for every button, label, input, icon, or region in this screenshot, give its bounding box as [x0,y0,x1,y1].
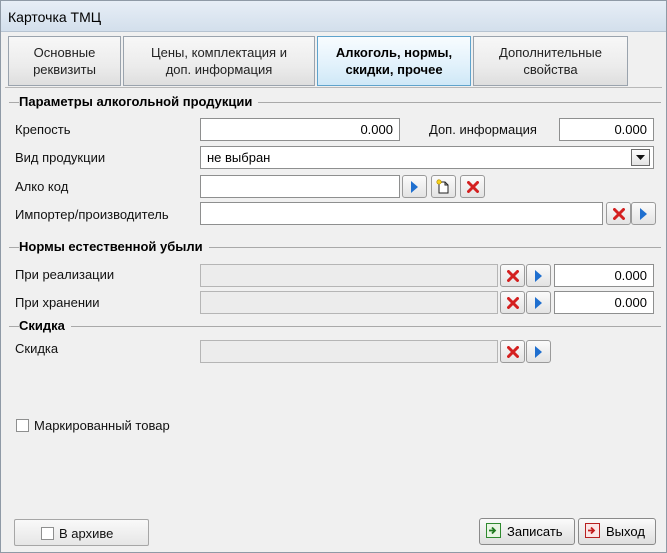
storage-norm-ref-field [200,291,498,314]
clear-x-icon [506,296,519,309]
save-button[interactable]: Записать [479,518,575,545]
storage-norm-label: При хранении [15,295,100,310]
discount-label: Скидка [15,341,59,356]
alco-code-new-button[interactable] [431,175,456,198]
discount-field [200,340,498,363]
tab-additional-properties[interactable]: Дополнительные свойства [473,36,628,86]
clear-x-icon [506,345,519,358]
importer-select-button[interactable] [631,202,656,225]
sale-norm-ref-field [200,264,498,287]
arrow-right-icon [639,207,648,220]
tabs-divider [5,87,662,88]
tab-prices-info[interactable]: Цены, комплектация и доп. информация [123,36,315,86]
importer-clear-button[interactable] [606,202,631,225]
clear-x-icon [612,207,625,220]
tab-alcohol-norms[interactable]: Алкоголь, нормы, скидки, прочее [317,36,471,86]
alco-code-label: Алко код [15,179,69,194]
group-title-alcohol: Параметры алкогольной продукции [19,94,259,109]
tab-main-requisites[interactable]: Основные реквизиты [8,36,121,86]
sale-norm-label: При реализации [15,267,115,282]
clear-x-icon [506,269,519,282]
title-bar: Карточка ТМЦ [1,1,666,32]
exit-icon [585,522,600,541]
save-icon [486,522,501,541]
arrow-right-icon [410,180,419,193]
alco-code-select-button[interactable] [402,175,427,198]
product-type-value: не выбран [207,150,271,165]
group-divider-discount [9,326,661,327]
extra-info-label: Доп. информация [429,122,537,137]
importer-field[interactable] [200,202,603,225]
window-title: Карточка ТМЦ [8,9,102,25]
exit-label: Выход [606,524,645,539]
archive-checkbox[interactable] [41,527,54,540]
extra-info-field[interactable]: 0.000 [559,118,654,141]
save-label: Записать [507,524,563,539]
arrow-right-icon [534,345,543,358]
product-type-select[interactable]: не выбран [200,146,654,169]
storage-norm-clear-button[interactable] [500,291,525,314]
exit-button[interactable]: Выход [578,518,656,545]
marked-goods-checkbox[interactable] [16,419,29,432]
group-title-norms: Нормы естественной убыли [19,239,209,254]
discount-select-button[interactable] [526,340,551,363]
strength-field[interactable]: 0.000 [200,118,400,141]
arrow-right-icon [534,269,543,282]
arrow-right-icon [534,296,543,309]
alco-code-field[interactable] [200,175,400,198]
storage-norm-value-field[interactable]: 0.000 [554,291,654,314]
dialog-window: Карточка ТМЦ Основные реквизиты Цены, ко… [0,0,667,553]
marked-goods-label: Маркированный товар [34,418,170,433]
storage-norm-select-button[interactable] [526,291,551,314]
alco-code-clear-button[interactable] [460,175,485,198]
sale-norm-clear-button[interactable] [500,264,525,287]
dropdown-arrow-icon[interactable] [631,149,650,166]
archive-label: В архиве [59,526,114,541]
strength-label: Крепость [15,122,71,137]
product-type-label: Вид продукции [15,150,106,165]
importer-label: Импортер/производитель [15,207,169,222]
discount-clear-button[interactable] [500,340,525,363]
group-title-discount: Скидка [19,318,71,333]
clear-x-icon [466,180,479,193]
sale-norm-select-button[interactable] [526,264,551,287]
new-document-icon [436,179,451,194]
sale-norm-value-field[interactable]: 0.000 [554,264,654,287]
